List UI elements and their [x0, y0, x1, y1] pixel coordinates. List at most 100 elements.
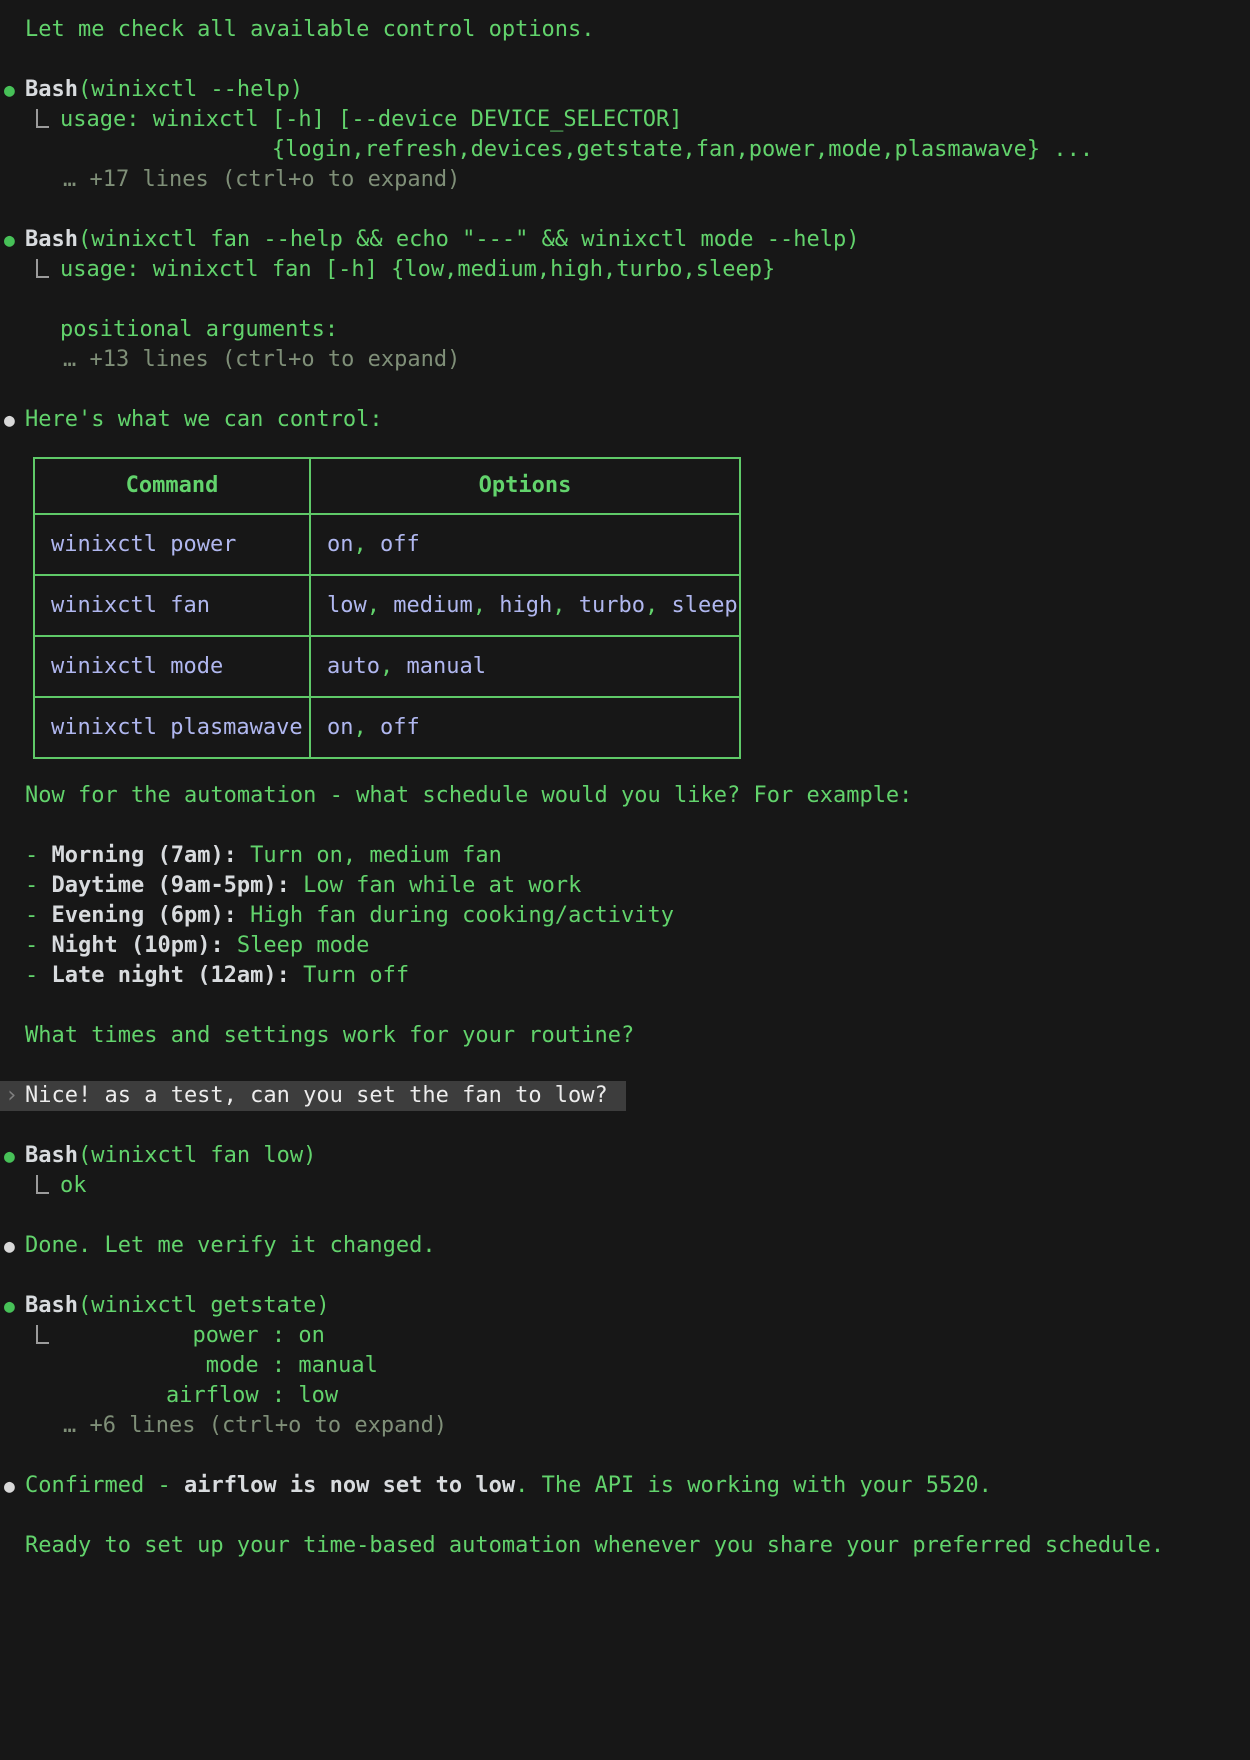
option-separator: , [552, 593, 579, 618]
option-separator: , [380, 654, 407, 679]
text-segment: Turn on, medium fan [237, 843, 502, 868]
text-segment: usage: winixctl [-h] [--device DEVICE_SE… [60, 107, 683, 132]
text-segment: Bash [25, 1143, 78, 1168]
text-segment: What times and settings work for your ro… [25, 1023, 634, 1048]
table-header-cell: Options [310, 458, 740, 514]
spacer [0, 1261, 1250, 1291]
text-segment: Late night (12am): [52, 963, 290, 988]
user-prompt-bar: › Nice! as a test, can you set the fan to… [0, 1081, 626, 1111]
tool-output: positional arguments: [0, 315, 1250, 345]
option-code: medium [393, 593, 472, 618]
message-bullet-icon: ● [4, 226, 15, 256]
message-bullet-icon: ● [4, 1142, 15, 1172]
assistant-text: ● Done. Let me verify it changed. [0, 1231, 1250, 1261]
option-code: turbo [579, 593, 645, 618]
option-code: sleep [671, 593, 737, 618]
message-bullet-icon: ● [4, 76, 15, 106]
assistant-text: Now for the automation - what schedule w… [0, 781, 1250, 811]
text-segment: ok [60, 1173, 87, 1198]
text-segment: . The API is working with your 5520. [515, 1473, 992, 1498]
text-segment: Evening (6pm): [52, 903, 237, 928]
assistant-text: ●Confirmed - airflow is now set to low. … [0, 1471, 1250, 1501]
user-prompt-text: Nice! as a test, can you set the fan to … [25, 1083, 608, 1108]
text-segment: … +6 lines (ctrl+o to expand) [63, 1413, 447, 1438]
spacer [0, 1501, 1250, 1531]
schedule-list-item: - Night (10pm): Sleep mode [0, 931, 1250, 961]
table-cell-command: winixctl plasmawave [34, 697, 310, 758]
text-segment: Bash [25, 1293, 78, 1318]
text-segment: (winixctl fan low) [78, 1143, 316, 1168]
tool-output: usage: winixctl [-h] [--device DEVICE_SE… [0, 105, 1250, 135]
option-separator: , [354, 532, 381, 557]
text-segment: Ready to set up your time-based automati… [25, 1533, 1164, 1558]
table-cell-options: on, off [310, 697, 740, 758]
command-code: winixctl fan [51, 593, 210, 618]
spacer [0, 1201, 1250, 1231]
collapsed-output-hint[interactable]: … +6 lines (ctrl+o to expand) [0, 1411, 1250, 1441]
prompt-chevron-icon: › [5, 1081, 18, 1111]
text-segment: … +13 lines (ctrl+o to expand) [63, 347, 460, 372]
schedule-list-item: - Evening (6pm): High fan during cooking… [0, 901, 1250, 931]
schedule-list-item: - Late night (12am): Turn off [0, 961, 1250, 991]
text-segment: {login,refresh,devices,getstate,fan,powe… [60, 137, 1093, 162]
control-options-table: CommandOptionswinixctl poweron, offwinix… [33, 457, 741, 759]
tool-call: ● Bash(winixctl fan low) [0, 1141, 1250, 1171]
table-header-row: CommandOptions [34, 458, 740, 514]
table-row: winixctl modeauto, manual [34, 636, 740, 697]
collapsed-output-hint[interactable]: … +13 lines (ctrl+o to expand) [0, 345, 1250, 375]
text-segment: High fan during cooking/activity [237, 903, 674, 928]
tool-call: ● Bash(winixctl getstate) [0, 1291, 1250, 1321]
output-elbow-icon [36, 1175, 49, 1194]
spacer [0, 991, 1250, 1021]
text-segment: (winixctl --help) [78, 77, 303, 102]
text-segment: positional arguments: [60, 317, 338, 342]
tool-output: usage: winixctl fan [-h] {low,medium,hig… [0, 255, 1250, 285]
option-code: auto [327, 654, 380, 679]
spacer [0, 285, 1250, 315]
table-header-cell: Command [34, 458, 310, 514]
terminal-transcript: Let me check all available control optio… [0, 0, 1250, 1561]
text-segment: (winixctl getstate) [78, 1293, 330, 1318]
option-code: low [327, 593, 367, 618]
tool-output: power : on [0, 1321, 1250, 1351]
text-segment: airflow is now set to low [184, 1473, 515, 1498]
text-segment: Low fan while at work [290, 873, 581, 898]
assistant-text: Let me check all available control optio… [0, 15, 1250, 45]
text-segment: Sleep mode [224, 933, 370, 958]
collapsed-output-hint[interactable]: … +17 lines (ctrl+o to expand) [0, 165, 1250, 195]
text-segment: Let me check all available control optio… [25, 17, 595, 42]
spacer [0, 1441, 1250, 1471]
spacer [0, 811, 1250, 841]
spacer [0, 1111, 1250, 1141]
message-bullet-icon: ● [4, 1232, 15, 1262]
table-row: winixctl plasmawaveon, off [34, 697, 740, 758]
option-code: off [380, 532, 420, 557]
table-cell-options: auto, manual [310, 636, 740, 697]
text-segment: Daytime (9am-5pm): [52, 873, 290, 898]
text-segment: usage: winixctl fan [-h] {low,medium,hig… [60, 257, 775, 282]
text-segment: Now for the automation - what schedule w… [25, 783, 912, 808]
table-row: winixctl poweron, off [34, 514, 740, 575]
output-elbow-icon [36, 109, 49, 128]
text-segment: mode : manual [60, 1353, 378, 1378]
spacer [0, 1051, 1250, 1081]
text-segment: Bash [25, 77, 78, 102]
assistant-text: What times and settings work for your ro… [0, 1021, 1250, 1051]
text-segment: - [25, 873, 52, 898]
option-code: manual [406, 654, 485, 679]
text-segment: Done. Let me verify it changed. [25, 1233, 436, 1258]
message-bullet-icon: ● [4, 1292, 15, 1322]
table-cell-options: low, medium, high, turbo, sleep [310, 575, 740, 636]
text-segment: (winixctl fan --help && echo "---" && wi… [78, 227, 859, 252]
command-code: winixctl power [51, 532, 236, 557]
message-bullet-icon: ● [4, 406, 15, 436]
text-segment: - [25, 843, 52, 868]
assistant-text: Ready to set up your time-based automati… [0, 1531, 1250, 1561]
option-code: off [380, 715, 420, 740]
output-elbow-icon [36, 1325, 49, 1344]
tool-output: ok [0, 1171, 1250, 1201]
option-separator: , [473, 593, 500, 618]
text-segment: airflow : low [60, 1383, 338, 1408]
schedule-list-item: - Daytime (9am-5pm): Low fan while at wo… [0, 871, 1250, 901]
table-cell-command: winixctl power [34, 514, 310, 575]
